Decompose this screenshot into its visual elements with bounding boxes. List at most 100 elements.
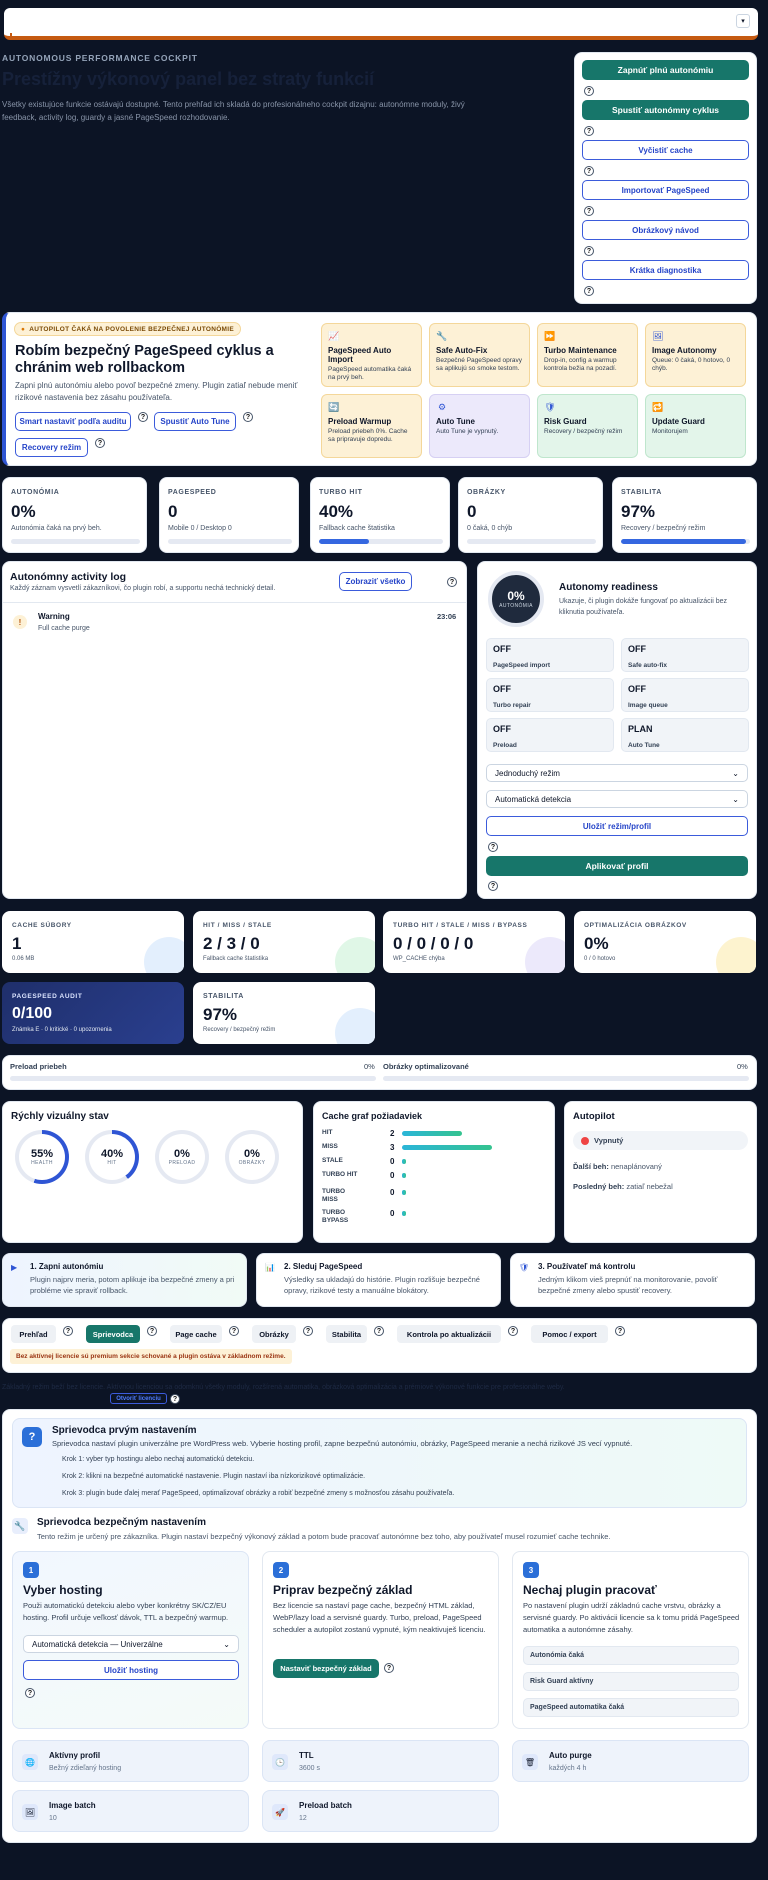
tab[interactable]: Prehľad xyxy=(11,1325,56,1343)
top-dropdown[interactable]: ▾ xyxy=(736,14,750,28)
ring-value: 55% xyxy=(30,1148,54,1160)
log-entry-time: 23:06 xyxy=(437,612,457,621)
help-icon[interactable]: ? xyxy=(229,1326,239,1336)
images-progress-value: 0% xyxy=(737,1062,748,1071)
fast-forward-icon: ⏩ xyxy=(544,330,556,341)
clear-cache-button[interactable]: Vyčistiť cache xyxy=(582,140,749,160)
help-icon[interactable]: ? xyxy=(615,1326,625,1336)
safe-setup-title: Sprievodca bezpečným nastavením xyxy=(37,1517,206,1528)
readiness-item-label: Preload xyxy=(493,742,517,749)
kpi-value: 40% xyxy=(319,502,354,521)
help-icon[interactable]: ? xyxy=(584,206,594,216)
quick-diagnostics-button[interactable]: Krátka diagnostika xyxy=(582,260,749,280)
save-mode-button[interactable]: Uložiť režim/profil xyxy=(486,816,748,836)
readiness-item-value: OFF xyxy=(628,644,646,654)
kpi-label: PAGESPEED xyxy=(168,489,217,496)
help-icon[interactable]: ? xyxy=(243,412,253,422)
help-icon[interactable]: ? xyxy=(63,1326,73,1336)
mode-select[interactable]: Jednoduchý režim ⌄ xyxy=(486,764,748,782)
show-all-button[interactable]: Zobraziť všetko xyxy=(339,572,412,591)
recovery-mode-button[interactable]: Recovery režim xyxy=(15,438,88,457)
autonomy-module-tile[interactable]: 🔧 Safe Auto-Fix Bezpečné PageSpeed oprav… xyxy=(429,323,530,387)
help-icon[interactable]: ? xyxy=(488,842,498,852)
kpi-progress-bar xyxy=(467,539,596,544)
autonomy-module-tile[interactable]: 🔄 Preload Warmup Preload priebeh 0%. Cac… xyxy=(321,394,422,458)
readiness-item: OFF Turbo repair xyxy=(486,678,614,712)
hosting-description: Použi automatickú detekciu alebo vyber k… xyxy=(23,1601,229,1622)
module-title: Risk Guard xyxy=(544,417,587,426)
save-hosting-button[interactable]: Uložiť hosting xyxy=(23,1660,239,1680)
help-icon[interactable]: ? xyxy=(488,881,498,891)
help-icon[interactable]: ? xyxy=(138,412,148,422)
readiness-item-label: Auto Tune xyxy=(628,742,660,749)
help-icon[interactable]: ? xyxy=(584,126,594,136)
wizard-help-icon: ? xyxy=(22,1427,42,1447)
run-auto-tune-button[interactable]: Spustiť Auto Tune xyxy=(154,412,236,431)
readiness-item-value: OFF xyxy=(493,724,511,734)
decor-blob xyxy=(335,1008,375,1044)
help-icon[interactable]: ? xyxy=(95,438,105,448)
stat-label: TURBO HIT / STALE / MISS / BYPASS xyxy=(393,922,528,929)
smart-setup-button[interactable]: Smart nastaviť podľa auditu xyxy=(15,412,131,431)
info-title: Auto purge xyxy=(549,1751,592,1760)
status-item: Risk Guard aktívny xyxy=(523,1672,739,1691)
pagespeed-audit-label: PAGESPEED AUDIT xyxy=(12,993,83,1000)
kpi-card: STABILITA 97% Recovery / bezpečný režim xyxy=(612,477,757,553)
ring-value: 40% xyxy=(100,1148,124,1160)
onboarding-step-card: 📊 2. Sleduj PageSpeed Výsledky sa uklada… xyxy=(256,1253,501,1307)
help-icon[interactable]: ? xyxy=(303,1326,313,1336)
help-icon[interactable]: ? xyxy=(447,577,457,587)
tab[interactable]: Page cache xyxy=(170,1325,222,1343)
help-icon[interactable]: ? xyxy=(147,1326,157,1336)
help-icon[interactable]: ? xyxy=(170,1394,180,1404)
run-autonomous-cycle-button[interactable]: Spustiť autonómny cyklus xyxy=(582,100,749,120)
module-text: Preload priebeh 0%. Cache sa pripravuje … xyxy=(328,428,408,443)
help-icon[interactable]: ? xyxy=(584,246,594,256)
cache-graph-label: TURBO BYPASS xyxy=(322,1209,349,1224)
tab[interactable]: Stabilita xyxy=(326,1325,367,1343)
stability-label: STABILITA xyxy=(203,993,244,1000)
image-icon: 🖼 xyxy=(652,330,664,341)
hosting-select[interactable]: Automatická detekcia — Univerzálne ⌄ xyxy=(23,1635,239,1653)
tab[interactable]: Obrázky xyxy=(252,1325,296,1343)
module-title: Safe Auto-Fix xyxy=(436,346,488,355)
preload-progress-bar xyxy=(10,1076,376,1081)
autonomy-module-tile[interactable]: 🛡 Risk Guard Recovery / bezpečný režim xyxy=(537,394,638,458)
autonomy-module-tile[interactable]: 🔁 Update Guard Monitorujem xyxy=(645,394,746,458)
readiness-item: PLAN Auto Tune xyxy=(621,718,749,752)
tab[interactable]: Pomoc / export xyxy=(531,1325,608,1343)
log-entry[interactable]: ! Warning Full cache purge 23:06 xyxy=(3,603,466,641)
detect-select[interactable]: Automatická detekcia ⌄ xyxy=(486,790,748,808)
tab[interactable]: Kontrola po aktualizácii xyxy=(397,1325,501,1343)
open-license-button[interactable]: Otvoriť licenciu xyxy=(110,1393,167,1404)
autonomy-module-tile[interactable]: ⚙ Auto Tune Auto Tune je vypnutý. xyxy=(429,394,530,458)
license-note-text: Základný režim beží bez licencie. Aktívn… xyxy=(2,1384,565,1391)
kpi-card: PAGESPEED 0 Mobile 0 / Desktop 0 xyxy=(159,477,299,553)
activity-log-description: Každý záznam vysvetlí zákazníkovi, čo pl… xyxy=(10,585,276,592)
autonomy-module-tile[interactable]: 🖼 Image Autonomy Queue: 0 čaká, 0 hotovo… xyxy=(645,323,746,387)
image-guide-button[interactable]: Obrázkový návod xyxy=(582,220,749,240)
kpi-value: 0% xyxy=(11,502,36,521)
wizard-step-3: Krok 3: plugin bude ďalej merať PageSpee… xyxy=(62,1490,455,1497)
help-icon[interactable]: ? xyxy=(584,166,594,176)
help-icon[interactable]: ? xyxy=(584,86,594,96)
let-plugin-work-title: Nechaj plugin pracovať xyxy=(523,1583,657,1597)
enable-full-autonomy-button[interactable]: Zapnúť plnú autonómiu xyxy=(582,60,749,80)
apply-profile-button[interactable]: Aplikovať profil xyxy=(486,856,748,876)
tab[interactable]: Sprievodca xyxy=(86,1325,140,1343)
help-icon[interactable]: ? xyxy=(584,286,594,296)
cache-graph-label: TURBO HIT xyxy=(322,1171,358,1178)
stability-value: 97% xyxy=(203,1005,238,1024)
module-text: Drop-in, config a warmup kontrola bežia … xyxy=(544,357,617,372)
help-icon[interactable]: ? xyxy=(508,1326,518,1336)
help-icon[interactable]: ? xyxy=(25,1688,35,1698)
import-pagespeed-button[interactable]: Importovať PageSpeed xyxy=(582,180,749,200)
help-icon[interactable]: ? xyxy=(384,1663,394,1673)
onboarding-step-card: ▶ 1. Zapni autonómiu Plugin najprv meria… xyxy=(2,1253,247,1307)
cache-graph-label: STALE xyxy=(322,1157,343,1164)
set-safe-base-button[interactable]: Nastaviť bezpečný základ xyxy=(273,1659,379,1678)
autonomy-module-tile[interactable]: 📈 PageSpeed Auto Import PageSpeed automa… xyxy=(321,323,422,387)
help-icon[interactable]: ? xyxy=(374,1326,384,1336)
autonomy-module-tile[interactable]: ⏩ Turbo Maintenance Drop-in, config a wa… xyxy=(537,323,638,387)
update-icon: 🔁 xyxy=(652,401,664,412)
